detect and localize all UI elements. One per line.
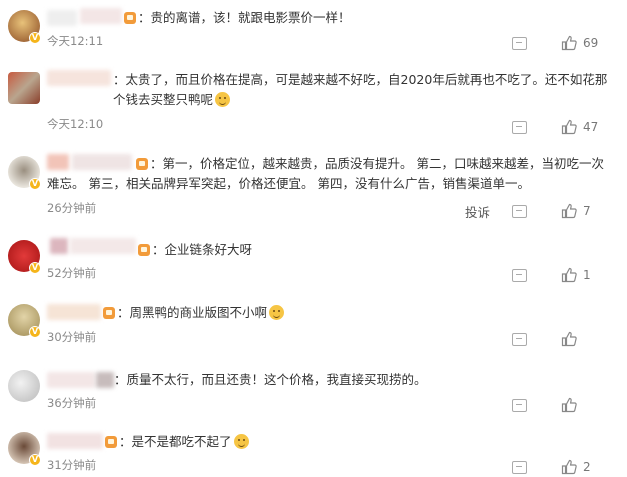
comment-item: ：质量不太行，而且还贵！这个价格，我直接买现捞的。 36分钟前 [0, 362, 627, 422]
comment-text: ：是不是都吃不起了 [105, 432, 615, 452]
comment-text: ：第一，价格定位，越来越贵，品质没有提升。 第二，口味越来越差，当初吃一次难忘。… [47, 156, 604, 191]
username[interactable] [47, 433, 103, 449]
vip-icon [124, 12, 136, 24]
comment-item: ：太贵了，而且价格在提高，可是越来越不好吃，自2020年后就再也不吃了。还不如花… [0, 62, 627, 142]
like-count: 69 [583, 36, 599, 50]
comment-time: 30分钟前 [47, 330, 97, 344]
comment-item: V ：周黑鸭的商业版图不小啊 30分钟前 [0, 296, 627, 356]
like-icon[interactable] [561, 459, 577, 475]
comment-actions: 47 [512, 118, 599, 136]
comment-time: 31分钟前 [47, 458, 97, 472]
emoji-icon [269, 305, 285, 320]
comment-item: V ：企业链条好大呀 52分钟前 1 [0, 232, 627, 292]
comment-time: 今天12:10 [47, 117, 104, 131]
like-count: 1 [583, 268, 591, 282]
username[interactable] [96, 372, 114, 388]
comment-time: 今天12:11 [47, 34, 104, 48]
reply-icon[interactable] [512, 398, 527, 412]
emoji-icon [215, 92, 231, 107]
like-count: 7 [583, 204, 591, 218]
verified-badge-icon: V [29, 326, 41, 338]
comment-text: ：质量不太行，而且还贵！这个价格，我直接买现捞的。 [114, 372, 427, 387]
like-icon[interactable] [561, 203, 577, 219]
username[interactable] [47, 304, 101, 320]
comment-text: ：企业链条好大呀 [138, 240, 615, 260]
comment-actions [512, 396, 599, 414]
avatar[interactable] [8, 72, 40, 104]
comment-text: ：周黑鸭的商业版图不小啊 [103, 303, 615, 323]
emoji-icon [233, 434, 249, 449]
comment-actions [512, 330, 599, 348]
verified-badge-icon: V [29, 262, 41, 274]
reply-icon[interactable] [512, 120, 527, 134]
comment-actions: 69 [512, 34, 599, 52]
like-icon[interactable] [561, 397, 577, 413]
reply-icon[interactable] [512, 268, 527, 282]
verified-badge-icon: V [29, 454, 41, 466]
like-count: 47 [583, 120, 599, 134]
comment-time: 26分钟前 [47, 201, 97, 215]
username[interactable] [47, 70, 111, 86]
comment-actions: 投诉 7 [465, 202, 599, 220]
reply-icon[interactable] [512, 204, 527, 218]
username[interactable] [80, 8, 122, 24]
comment-text: ：贵的离谱，该！就跟电影票价一样！ [124, 8, 615, 28]
like-icon[interactable] [561, 267, 577, 283]
comment-time: 36分钟前 [47, 396, 97, 410]
verified-badge-icon: V [29, 32, 41, 44]
reply-icon[interactable] [512, 332, 527, 346]
comment-time: 52分钟前 [47, 266, 97, 280]
vip-icon [105, 436, 117, 448]
avatar[interactable] [8, 370, 40, 402]
username[interactable] [47, 372, 95, 388]
vip-icon [138, 244, 150, 256]
username[interactable] [50, 238, 68, 254]
reply-icon[interactable] [512, 460, 527, 474]
comment-item: V ：第一，价格定位，越来越贵，品质没有提升。 第二，口味越来越差，当初吃一次难… [0, 148, 627, 228]
like-count: 2 [583, 460, 591, 474]
comment-item: V ：是不是都吃不起了 31分钟前 2 [0, 424, 627, 477]
username[interactable] [47, 10, 77, 26]
like-icon[interactable] [561, 35, 577, 51]
comment-text: ：太贵了，而且价格在提高，可是越来越不好吃，自2020年后就再也不吃了。还不如花… [113, 72, 608, 107]
username[interactable] [70, 238, 136, 254]
comment-actions: 1 [512, 266, 599, 284]
vip-icon [136, 158, 148, 170]
reply-icon[interactable] [512, 36, 527, 50]
comment-actions: 2 [512, 458, 599, 476]
report-button[interactable]: 投诉 [465, 202, 490, 221]
like-icon[interactable] [561, 119, 577, 135]
vip-icon [103, 307, 115, 319]
verified-badge-icon: V [29, 178, 41, 190]
like-icon[interactable] [561, 331, 577, 347]
comment-item: V ：贵的离谱，该！就跟电影票价一样！ 今天12:11 69 [0, 0, 627, 60]
